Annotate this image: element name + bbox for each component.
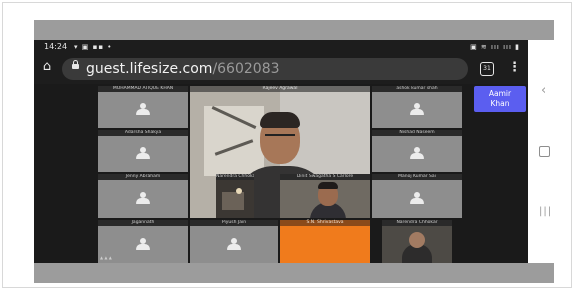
avatar-icon [410,103,424,116]
participant-name: Jagannath [98,220,188,226]
top-gray-band [34,20,554,40]
home-button-icon[interactable] [539,146,550,157]
notification-icons: ▾ ▣ ▪▪ • [74,43,113,51]
participant-tile[interactable]: Jenny Abraham [98,174,188,218]
participant-tile-orange[interactable]: S.N. Shrivastava [280,220,370,263]
android-nav-bar: ‹ ||| [528,40,570,263]
home-icon[interactable]: ⌂ [40,60,54,74]
footer-icons: ▲ ▲ ▲ [100,255,112,260]
url-path: /6602083 [212,61,280,77]
participant-name: Narendra Chhokar [216,174,254,180]
avatar-icon [136,192,150,205]
participant-tile[interactable]: Adarsha Shakya [98,130,188,172]
participant-video[interactable]: Dinit Swagatha S Carlore [280,174,370,218]
participant-name: ashok kumar shah [372,86,462,92]
bottom-gray-band [34,263,554,283]
status-bar: 14:24 ▾ ▣ ▪▪ • ▣ ≋ ııı ııı ▮ [34,40,528,54]
participant-first-name: Aamir [488,89,512,98]
avatar-icon [136,147,150,160]
phone-screen: 14:24 ▾ ▣ ▪▪ • ▣ ≋ ııı ııı ▮ ⌂ guest.lif… [34,40,528,263]
participant-video[interactable]: Narendra Chhokar [382,220,452,263]
participant-tile[interactable]: Piyush Jain [190,220,278,263]
url-text: guest.lifesize.com/6602083 [86,59,280,79]
participant-last-name: Khan [490,99,510,108]
avatar-icon [136,103,150,116]
participant-video[interactable]: Narendra Chhokar [216,174,254,218]
kebab-menu-icon[interactable]: ⋮ [508,60,521,76]
back-icon[interactable]: ‹ [541,84,546,98]
system-status-icons: ▣ ≋ ııı ııı ▮ [470,43,520,51]
lock-icon [72,60,79,69]
participant-name: Dinit Swagatha S Carlore [280,174,370,180]
participant-name: Piyush Jain [190,220,278,226]
video-grid: MOHAMMAD ATIQUE KHAN Rajeev Agrawal asho… [34,84,528,263]
participant-name: Manoj Kumar Sai [372,174,462,180]
avatar-icon [136,237,150,250]
participant-name: Jenny Abraham [98,174,188,180]
avatar-icon [410,192,424,205]
participant-name: MOHAMMAD ATIQUE KHAN [98,86,188,92]
tab-switcher-button[interactable]: 31 [480,62,494,76]
avatar-icon [227,237,241,250]
clock: 14:24 [44,42,68,51]
address-bar[interactable]: guest.lifesize.com/6602083 [62,58,468,80]
browser-toolbar: ⌂ guest.lifesize.com/6602083 31 ⋮ [34,54,528,84]
participant-tile[interactable]: ashok kumar shah [372,86,462,128]
avatar-icon [410,147,424,160]
participant-name: Nishad Naseem [372,130,462,136]
participant-name: Adarsha Shakya [98,130,188,136]
participant-name: S.N. Shrivastava [280,220,370,226]
speaker-name: Rajeev Agrawal [190,86,370,92]
participant-name-button[interactable]: Aamir Khan [474,86,526,112]
participant-name: Narendra Chhokar [382,220,452,226]
recent-apps-icon[interactable]: ||| [539,206,552,217]
participant-tile[interactable]: MOHAMMAD ATIQUE KHAN [98,86,188,128]
participant-tile[interactable]: Nishad Naseem [372,130,462,172]
url-domain: guest.lifesize.com [86,61,213,77]
participant-tile[interactable]: Manoj Kumar Sai [372,174,462,218]
